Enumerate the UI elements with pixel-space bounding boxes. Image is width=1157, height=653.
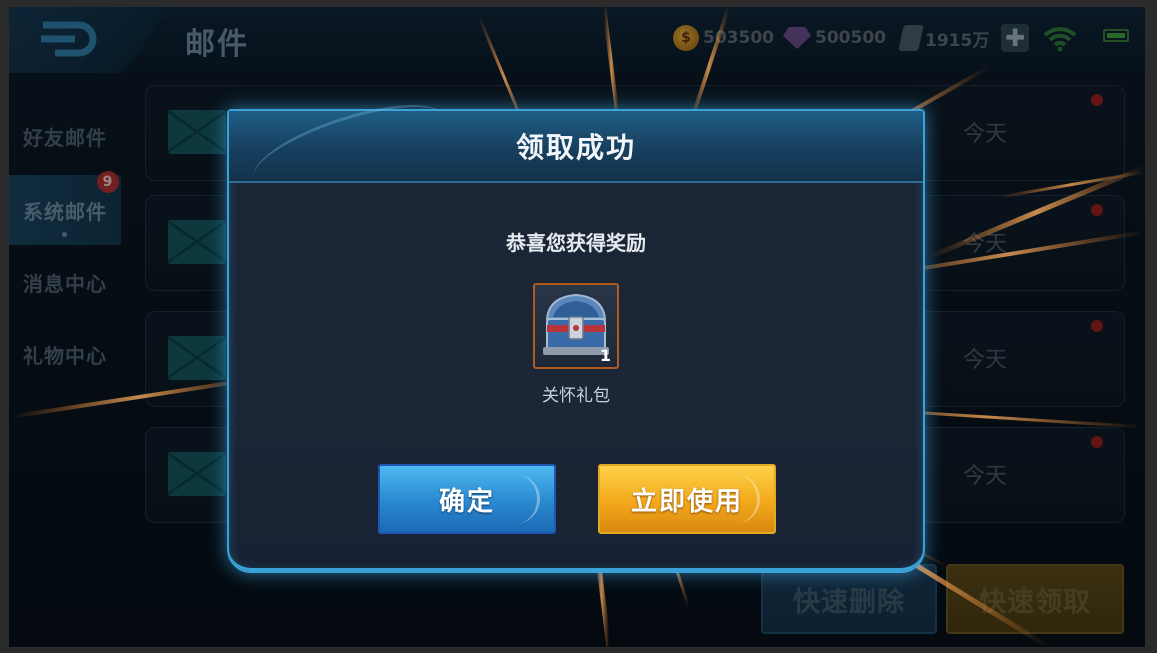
confirm-button[interactable]: 确定: [378, 464, 556, 534]
dialog-bottom-trim: [229, 537, 923, 571]
reward-item-slot[interactable]: 1: [533, 283, 619, 369]
reward-name: 关怀礼包: [542, 386, 610, 406]
use-now-button[interactable]: 立即使用: [598, 464, 776, 534]
reward-count: 1: [599, 346, 611, 365]
button-sheen: [497, 474, 540, 524]
game-screen: 邮件 $ 503500 500500 1915万 ✚ 好友邮件 系统邮件 9 消…: [9, 7, 1145, 647]
confirm-button-label: 确定: [438, 486, 495, 517]
reward-message: 恭喜您获得奖励: [506, 231, 646, 255]
reward-dialog: 领取成功 恭喜您获得奖励 1 关怀礼包 确定 立即使用: [227, 109, 925, 573]
dialog-header: 领取成功: [229, 111, 923, 183]
button-sheen: [717, 474, 760, 524]
dialog-title: 领取成功: [515, 131, 636, 164]
